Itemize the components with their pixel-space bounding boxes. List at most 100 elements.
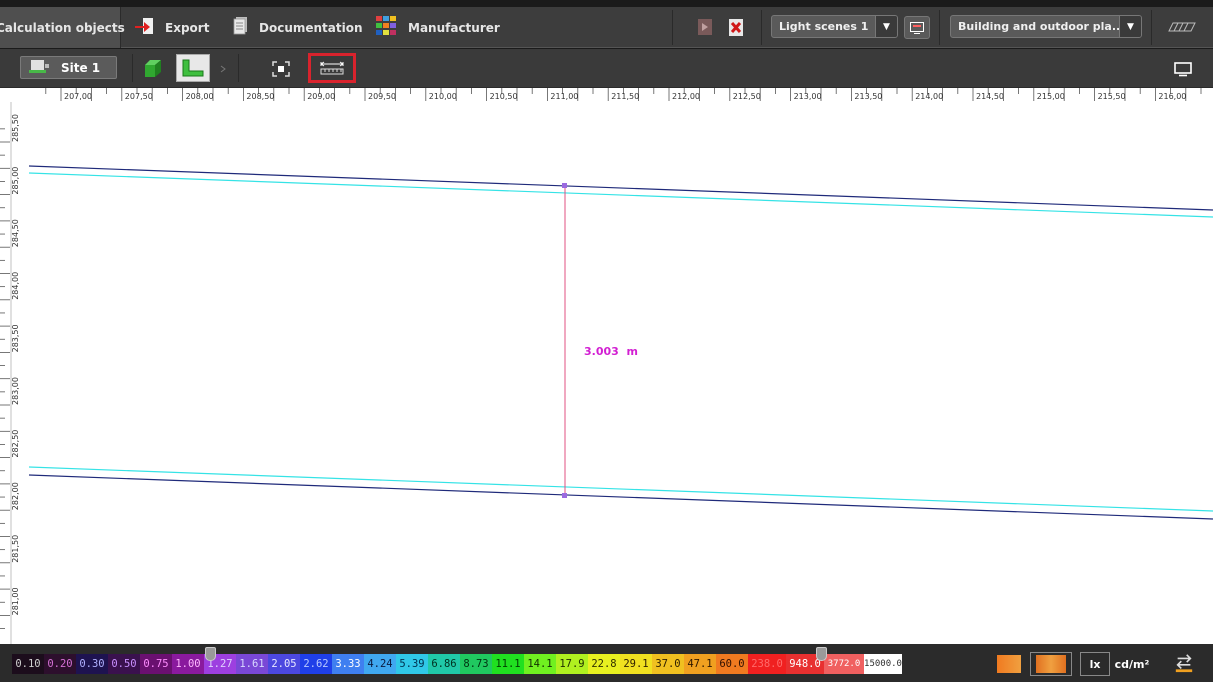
- play-disabled-icon[interactable]: [695, 17, 715, 37]
- swap-arrows-icon[interactable]: [1174, 653, 1194, 673]
- ruler-x-label: 216,00: [1158, 92, 1186, 101]
- legend-value-cell: 8.73: [460, 654, 492, 674]
- chevron-down-icon: ▼: [1119, 16, 1141, 37]
- luminance-unit-label: cd/m²: [1114, 657, 1150, 671]
- export-button[interactable]: Export: [133, 7, 209, 48]
- legend-value-cell: 1.61: [236, 654, 268, 674]
- ruler-y-label: 284,00: [11, 272, 20, 300]
- legend-value-cell: 3.33: [332, 654, 364, 674]
- lux-unit-label: lx: [1089, 657, 1101, 671]
- ruler-x-label: 215,00: [1037, 92, 1065, 101]
- l-shape-plan-icon: [182, 59, 204, 77]
- legend-value-cell: 47.1: [684, 654, 716, 674]
- delete-calculation-icon[interactable]: [726, 17, 746, 37]
- plan-drawing: 207,00 207,50 208,00 208,50 209,00 209,50 210,…: [0, 88, 1213, 644]
- cyan-boundary-line-top: [28, 172, 1213, 218]
- ruler-y-label: 285,00: [11, 167, 20, 195]
- ruler-y-label: 282,50: [11, 430, 20, 458]
- view-select[interactable]: Building and outdoor pla... ▼: [950, 15, 1142, 38]
- ruler-y-label: 281,50: [11, 535, 20, 563]
- ruler-x-label: 209,50: [368, 92, 396, 101]
- site-label: Site 1: [61, 60, 101, 75]
- export-label: Export: [165, 20, 210, 35]
- ruler-x-label: 214,00: [915, 92, 943, 101]
- gradient-swatch-icon[interactable]: [997, 655, 1021, 673]
- light-scenes-select[interactable]: Light scenes 1 ▼: [771, 15, 898, 38]
- ruler-x-label: 211,50: [611, 92, 639, 101]
- legend-value-cell: 37.0: [652, 654, 684, 674]
- documentation-button[interactable]: Documentation: [233, 7, 363, 48]
- horizontal-ruler: 207,00 207,50 208,00 208,50 209,00 209,50 210,…: [0, 88, 1213, 102]
- legend-value-cell: 15000.0: [864, 654, 902, 674]
- ruler-x-label: 210,50: [490, 92, 518, 101]
- 3d-cube-icon[interactable]: [142, 58, 164, 80]
- legend-value-cell: 4.24: [364, 654, 396, 674]
- measure-distance-button[interactable]: [308, 53, 356, 83]
- plan-view-canvas[interactable]: 207,00 207,50 208,00 208,50 209,00 209,50 210,…: [0, 88, 1213, 644]
- ruler-y-label: 284,50: [11, 219, 20, 247]
- legend-value-cell: 238.0: [748, 654, 786, 674]
- gradient-bars-icon: [1036, 655, 1066, 673]
- navy-boundary-line-top: [28, 165, 1213, 211]
- toolbar-divider: [672, 10, 673, 45]
- luminance-unit-button[interactable]: cd/m²: [1110, 652, 1154, 676]
- measurement-unit: m: [626, 345, 638, 358]
- export-arrow-icon: [133, 16, 155, 39]
- measurement-point-end: [562, 493, 567, 498]
- ruler-x-label: 214,50: [976, 92, 1004, 101]
- monitor-icon: [910, 21, 924, 34]
- monitor-icon[interactable]: [1172, 58, 1194, 80]
- ruler-y-label: 285,50: [11, 114, 20, 142]
- legend-value-cell: 0.75: [140, 654, 172, 674]
- legend-value-cell: 22.8: [588, 654, 620, 674]
- ruler-y-label: 282,00: [11, 482, 20, 510]
- manufacturer-button[interactable]: Manufacturer: [376, 7, 500, 48]
- ruler-x-label: 208,50: [246, 92, 274, 101]
- legend-min-slider-handle[interactable]: [205, 647, 216, 661]
- manufacturer-label: Manufacturer: [408, 20, 500, 35]
- ruler-x-label: 207,00: [64, 92, 92, 101]
- toolbar-divider: [132, 54, 133, 82]
- ruler-y-label: 283,00: [11, 377, 20, 405]
- view-select-value: Building and outdoor pla...: [958, 20, 1125, 33]
- legend-value-cell: 3772.0: [824, 654, 864, 674]
- ruler-x-label: 209,00: [307, 92, 335, 101]
- gradient-mode-button[interactable]: [1030, 652, 1072, 676]
- legend-value-cell: 6.86: [428, 654, 460, 674]
- toolbar-divider: [238, 54, 239, 82]
- legend-value-cell: 2.62: [300, 654, 332, 674]
- site-selector-button[interactable]: Site 1: [20, 56, 117, 79]
- chevron-right-icon[interactable]: [216, 58, 230, 80]
- legend-value-cell: 11.1: [492, 654, 524, 674]
- documentation-icon: [233, 16, 249, 39]
- manufacturer-grid-icon: [376, 16, 398, 39]
- documentation-label: Documentation: [259, 20, 363, 35]
- tab-calculation-objects[interactable]: Calculation objects: [0, 7, 125, 48]
- legend-value-cell: 29.1: [620, 654, 652, 674]
- zoom-fit-icon[interactable]: [270, 58, 292, 80]
- floor-plan-view-button[interactable]: [176, 54, 210, 82]
- lux-unit-button[interactable]: lx: [1080, 652, 1110, 676]
- floor-plane-icon[interactable]: [1167, 17, 1197, 37]
- ruler-y-label: 281,00: [11, 587, 20, 615]
- ruler-measure-icon: [320, 61, 344, 75]
- measurement-value: 3.003: [584, 345, 619, 358]
- legend-scale: 0.10 0.20 0.30 0.50 0.75 1.00 1.27 1.61 2.05 2.62…: [12, 654, 902, 674]
- site-icon: [29, 59, 53, 76]
- ruler-y-label: 283,50: [11, 324, 20, 352]
- vertical-ruler: 285,50 285,00 284,50 284,00 283,50 283,00 282,…: [0, 88, 20, 644]
- ruler-x-label: 212,00: [672, 92, 700, 101]
- toolbar-divider: [939, 10, 940, 45]
- light-scene-settings-button[interactable]: [904, 16, 930, 39]
- ruler-x-label: 207,50: [125, 92, 153, 101]
- legend-value-cell: 5.39: [396, 654, 428, 674]
- legend-max-slider-handle[interactable]: [816, 647, 827, 661]
- toolbar-divider: [1151, 10, 1152, 45]
- toolbar-divider: [761, 10, 762, 45]
- ruler-x-label: 208,00: [186, 92, 214, 101]
- legend-value-cell: 0.30: [76, 654, 108, 674]
- ruler-x-label: 215,50: [1098, 92, 1126, 101]
- ruler-x-label: 212,50: [733, 92, 761, 101]
- view-toolbar: Site 1: [0, 49, 1213, 88]
- light-scenes-value: Light scenes 1: [779, 20, 869, 33]
